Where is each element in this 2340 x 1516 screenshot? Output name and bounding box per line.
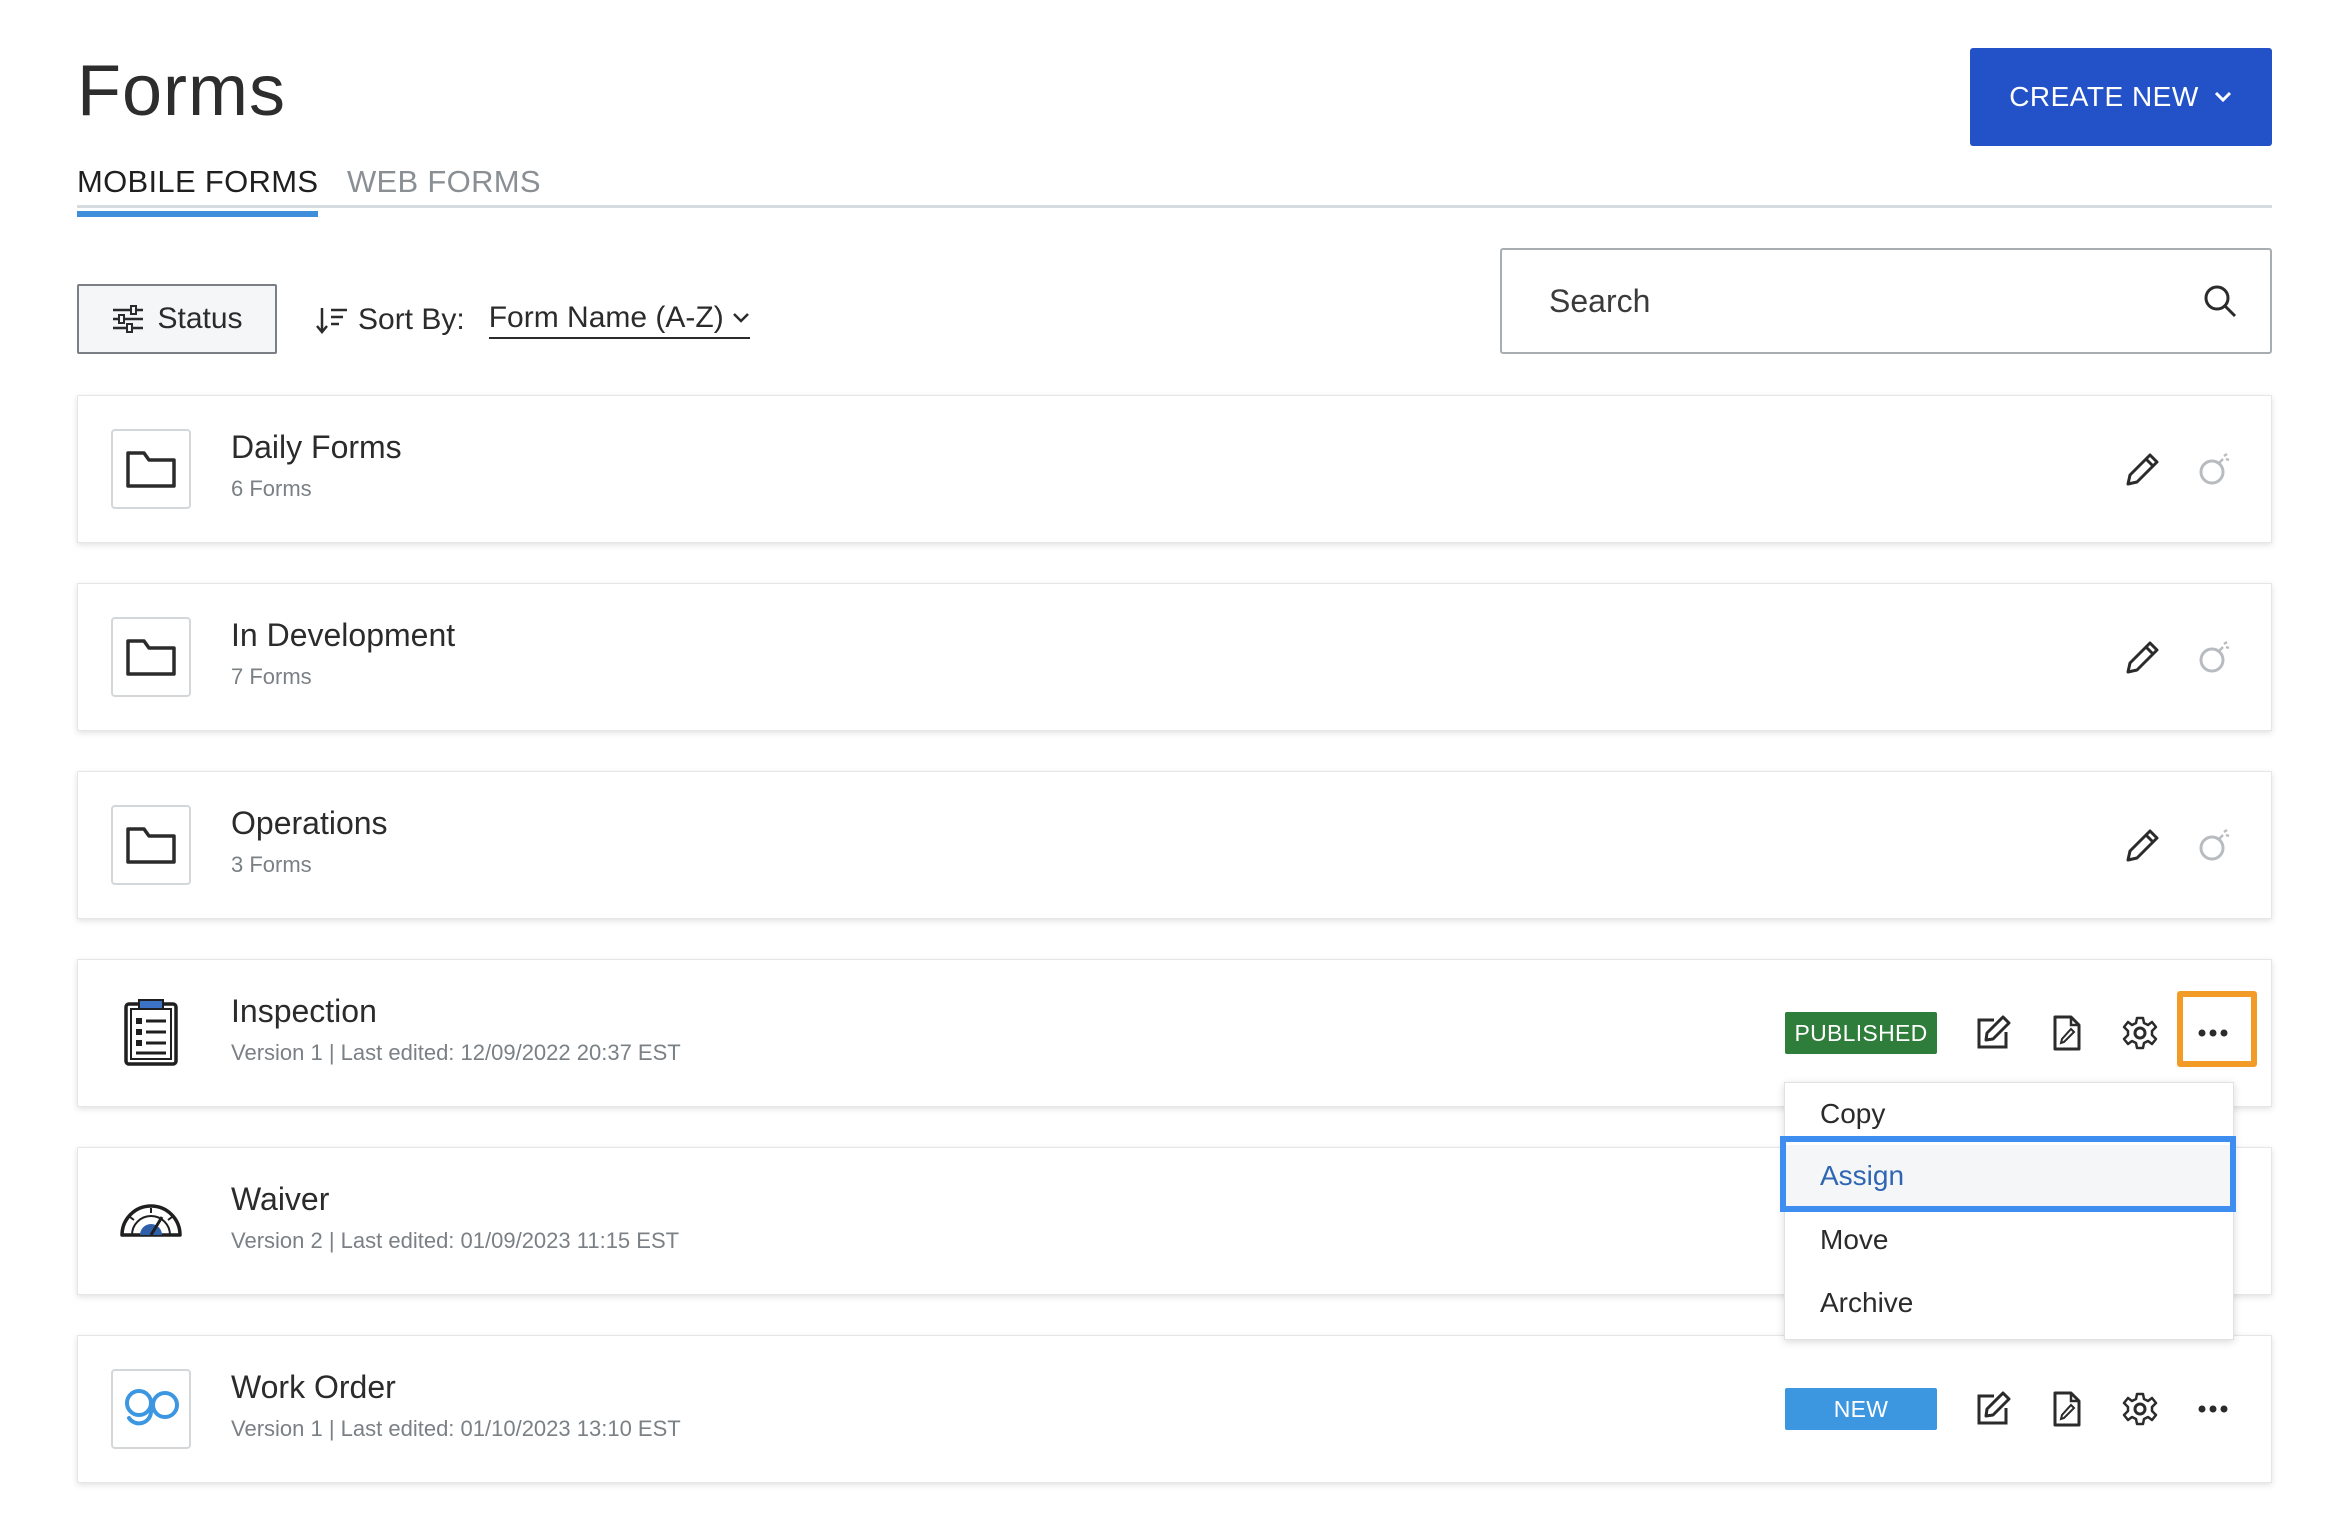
form-thumb [111,1369,191,1449]
folder-row[interactable]: Operations 3 Forms [77,771,2272,919]
gauge-icon [120,1204,182,1237]
sort-label: Sort By: [358,303,465,336]
folder-thumb [111,805,191,885]
status-badge-new: NEW [1785,1388,1937,1430]
delete-folder-button[interactable] [2190,444,2240,494]
menu-item-archive[interactable]: Archive [1785,1272,2233,1334]
form-thumb [111,1181,191,1261]
menu-item-move[interactable]: Move [1785,1209,2233,1271]
chevron-down-icon [2214,91,2231,103]
clipboard-icon [124,999,178,1066]
folder-icon [126,639,176,676]
form-settings-button[interactable] [2115,1008,2165,1058]
edit-folder-button[interactable] [2118,632,2168,682]
folder-name: Operations [231,805,388,841]
sort-value: Form Name (A-Z) [488,301,724,334]
bomb-icon [2199,452,2230,485]
bomb-icon [2199,640,2230,673]
folder-count: 3 Forms [231,852,312,877]
more-options-button[interactable] [2188,1384,2238,1434]
create-new-label: CREATE NEW [2009,81,2199,112]
chevron-down-icon [732,313,749,323]
tab-mobile-forms[interactable]: MOBILE FORMS [77,164,319,217]
delete-folder-button[interactable] [2190,820,2240,870]
folder-row[interactable]: In Development 7 Forms [77,583,2272,731]
form-name: Work Order [231,1369,396,1405]
folder-count: 6 Forms [231,476,312,501]
sliders-icon [113,305,144,333]
more-options-highlight [2177,991,2257,1067]
form-row[interactable]: Work Order Version 1 | Last edited: 01/1… [77,1335,2272,1483]
edit-form-button[interactable] [1968,1384,2018,1434]
folder-row[interactable]: Daily Forms 6 Forms [77,395,2272,543]
folder-thumb [111,429,191,509]
search-icon[interactable] [2202,283,2238,319]
pencil-icon [2126,641,2159,674]
search-box [1500,248,2272,354]
form-document-button[interactable] [2042,1008,2092,1058]
create-new-button[interactable]: CREATE NEW [1970,48,2272,146]
form-thumb [111,993,191,1073]
edit-form-button[interactable] [1968,1008,2018,1058]
bomb-icon [2199,828,2230,861]
edit-folder-button[interactable] [2118,820,2168,870]
folder-icon [126,451,176,488]
form-name: Waiver [231,1181,330,1217]
search-input[interactable] [1549,282,2202,320]
tab-web-forms[interactable]: WEB FORMS [347,164,541,208]
form-meta: Version 1 | Last edited: 12/09/2022 20:3… [231,1040,681,1065]
tab-bar: MOBILE FORMS WEB FORMS [77,160,2272,217]
sort-dropdown[interactable]: Form Name (A-Z) [488,301,750,339]
sort-icon [316,308,347,334]
page-title: Forms [77,51,286,131]
assign-highlight [1780,1136,2236,1212]
more-horizontal-icon [2198,1405,2228,1413]
status-filter-button[interactable]: Status [77,284,277,354]
folder-count: 7 Forms [231,664,312,689]
status-badge-published: PUBLISHED [1785,1012,1937,1054]
status-label: Status [157,302,243,335]
gear-icon [2122,1016,2158,1050]
edit-square-icon [1977,1015,2011,1049]
folder-icon [126,827,176,864]
folder-name: Daily Forms [231,429,402,465]
pencil-icon [2126,453,2159,486]
folder-name: In Development [231,617,456,653]
document-edit-icon [2053,1391,2081,1427]
delete-folder-button[interactable] [2190,632,2240,682]
form-document-button[interactable] [2042,1384,2092,1434]
document-edit-icon [2053,1015,2081,1051]
form-settings-button[interactable] [2115,1384,2165,1434]
sort-control: Sort By: Form Name (A-Z) [316,296,750,344]
edit-square-icon [1977,1391,2011,1425]
gear-icon [2122,1392,2158,1426]
form-name: Inspection [231,993,377,1029]
form-meta: Version 2 | Last edited: 01/09/2023 11:1… [231,1228,680,1253]
form-meta: Version 1 | Last edited: 01/10/2023 13:1… [231,1416,681,1441]
pencil-icon [2126,829,2159,862]
edit-folder-button[interactable] [2118,444,2168,494]
folder-thumb [111,617,191,697]
go-logo-icon [125,1389,179,1426]
